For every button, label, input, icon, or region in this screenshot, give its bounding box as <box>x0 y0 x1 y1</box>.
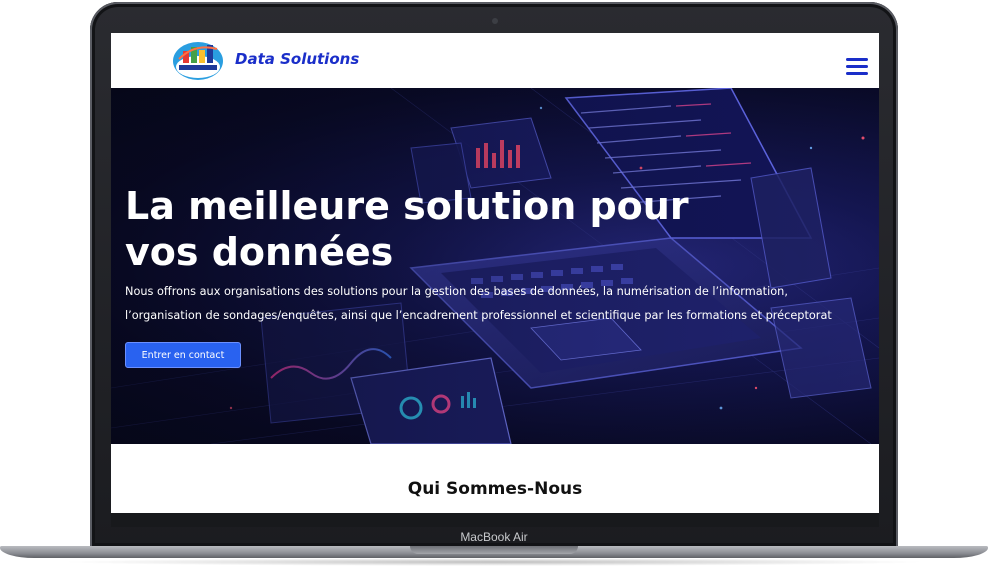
site-header: Data Solutions <box>111 33 879 88</box>
section-title: Qui Sommes-Nous <box>407 479 583 499</box>
brand-name[interactable]: Data Solutions <box>235 50 359 68</box>
laptop-base <box>0 546 988 568</box>
hero-section: La meilleure solution pour vos données N… <box>111 88 879 444</box>
screen-bezel <box>111 513 879 527</box>
camera-icon <box>492 18 498 24</box>
hamburger-menu-button[interactable] <box>846 58 868 76</box>
laptop-mockup: Data Solutions La meilleure solution pou… <box>0 0 988 568</box>
menu-bar <box>846 72 868 75</box>
brand-logo[interactable] <box>171 39 225 81</box>
device-model-label: MacBook Air <box>460 530 528 544</box>
menu-bar <box>846 58 868 61</box>
laptop-screen: Data Solutions La meilleure solution pou… <box>111 33 879 513</box>
contact-button[interactable]: Entrer en contact <box>125 342 241 368</box>
menu-bar <box>846 65 868 68</box>
about-section: Qui Sommes-Nous <box>111 444 879 513</box>
hero-description: Nous offrons aux organisations des solut… <box>125 285 832 322</box>
hero-title-line2: vos données <box>125 230 394 274</box>
trackpad-notch <box>410 546 578 554</box>
hero-title-line1: La meilleure solution pour <box>125 184 689 228</box>
base-shadow <box>60 558 928 566</box>
hero-title: La meilleure solution pour vos données <box>125 183 725 275</box>
